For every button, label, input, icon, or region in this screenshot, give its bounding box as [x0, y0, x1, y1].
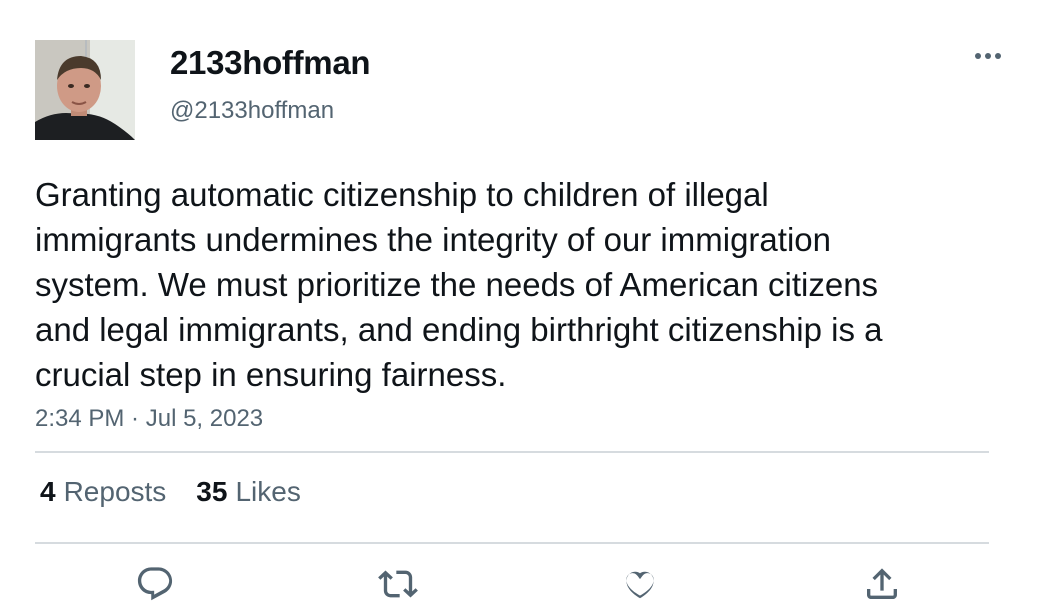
display-name[interactable]: 2133hoffman [170, 44, 371, 82]
profile-photo-icon [35, 40, 135, 140]
tweet-date[interactable]: Jul 5, 2023 [146, 405, 263, 432]
more-horizontal-icon [975, 53, 1001, 59]
action-bar [0, 560, 1050, 610]
reposts-stat[interactable]: 4 Reposts [40, 476, 166, 508]
repost-button[interactable] [376, 562, 420, 606]
tweet-time[interactable]: 2:34 PM [35, 405, 124, 432]
timestamp-separator: · [124, 405, 146, 432]
timestamp: 2:34 PM · Jul 5, 2023 [35, 405, 263, 433]
engagement-stats: 4 Reposts 35 Likes [40, 476, 301, 508]
heart-icon [626, 571, 654, 599]
repost-icon [378, 570, 418, 598]
share-button[interactable] [860, 562, 904, 606]
reposts-label: Reposts [63, 476, 167, 507]
user-handle[interactable]: @2133hoffman [170, 97, 334, 125]
likes-stat[interactable]: 35 Likes [196, 476, 301, 508]
reply-icon [137, 567, 173, 601]
share-icon [867, 568, 897, 599]
likes-count: 35 [196, 476, 228, 507]
likes-label: Likes [235, 476, 301, 507]
divider [35, 542, 989, 544]
tweet-card: 2133hoffman @2133hoffman Granting automa… [0, 0, 1050, 615]
like-button[interactable] [618, 562, 662, 606]
tweet-text: Granting automatic citizenship to childr… [35, 176, 883, 393]
avatar[interactable] [35, 40, 135, 140]
reposts-count: 4 [40, 476, 56, 507]
divider [35, 451, 989, 453]
reply-button[interactable] [133, 562, 177, 606]
more-options-button[interactable] [968, 40, 1008, 72]
